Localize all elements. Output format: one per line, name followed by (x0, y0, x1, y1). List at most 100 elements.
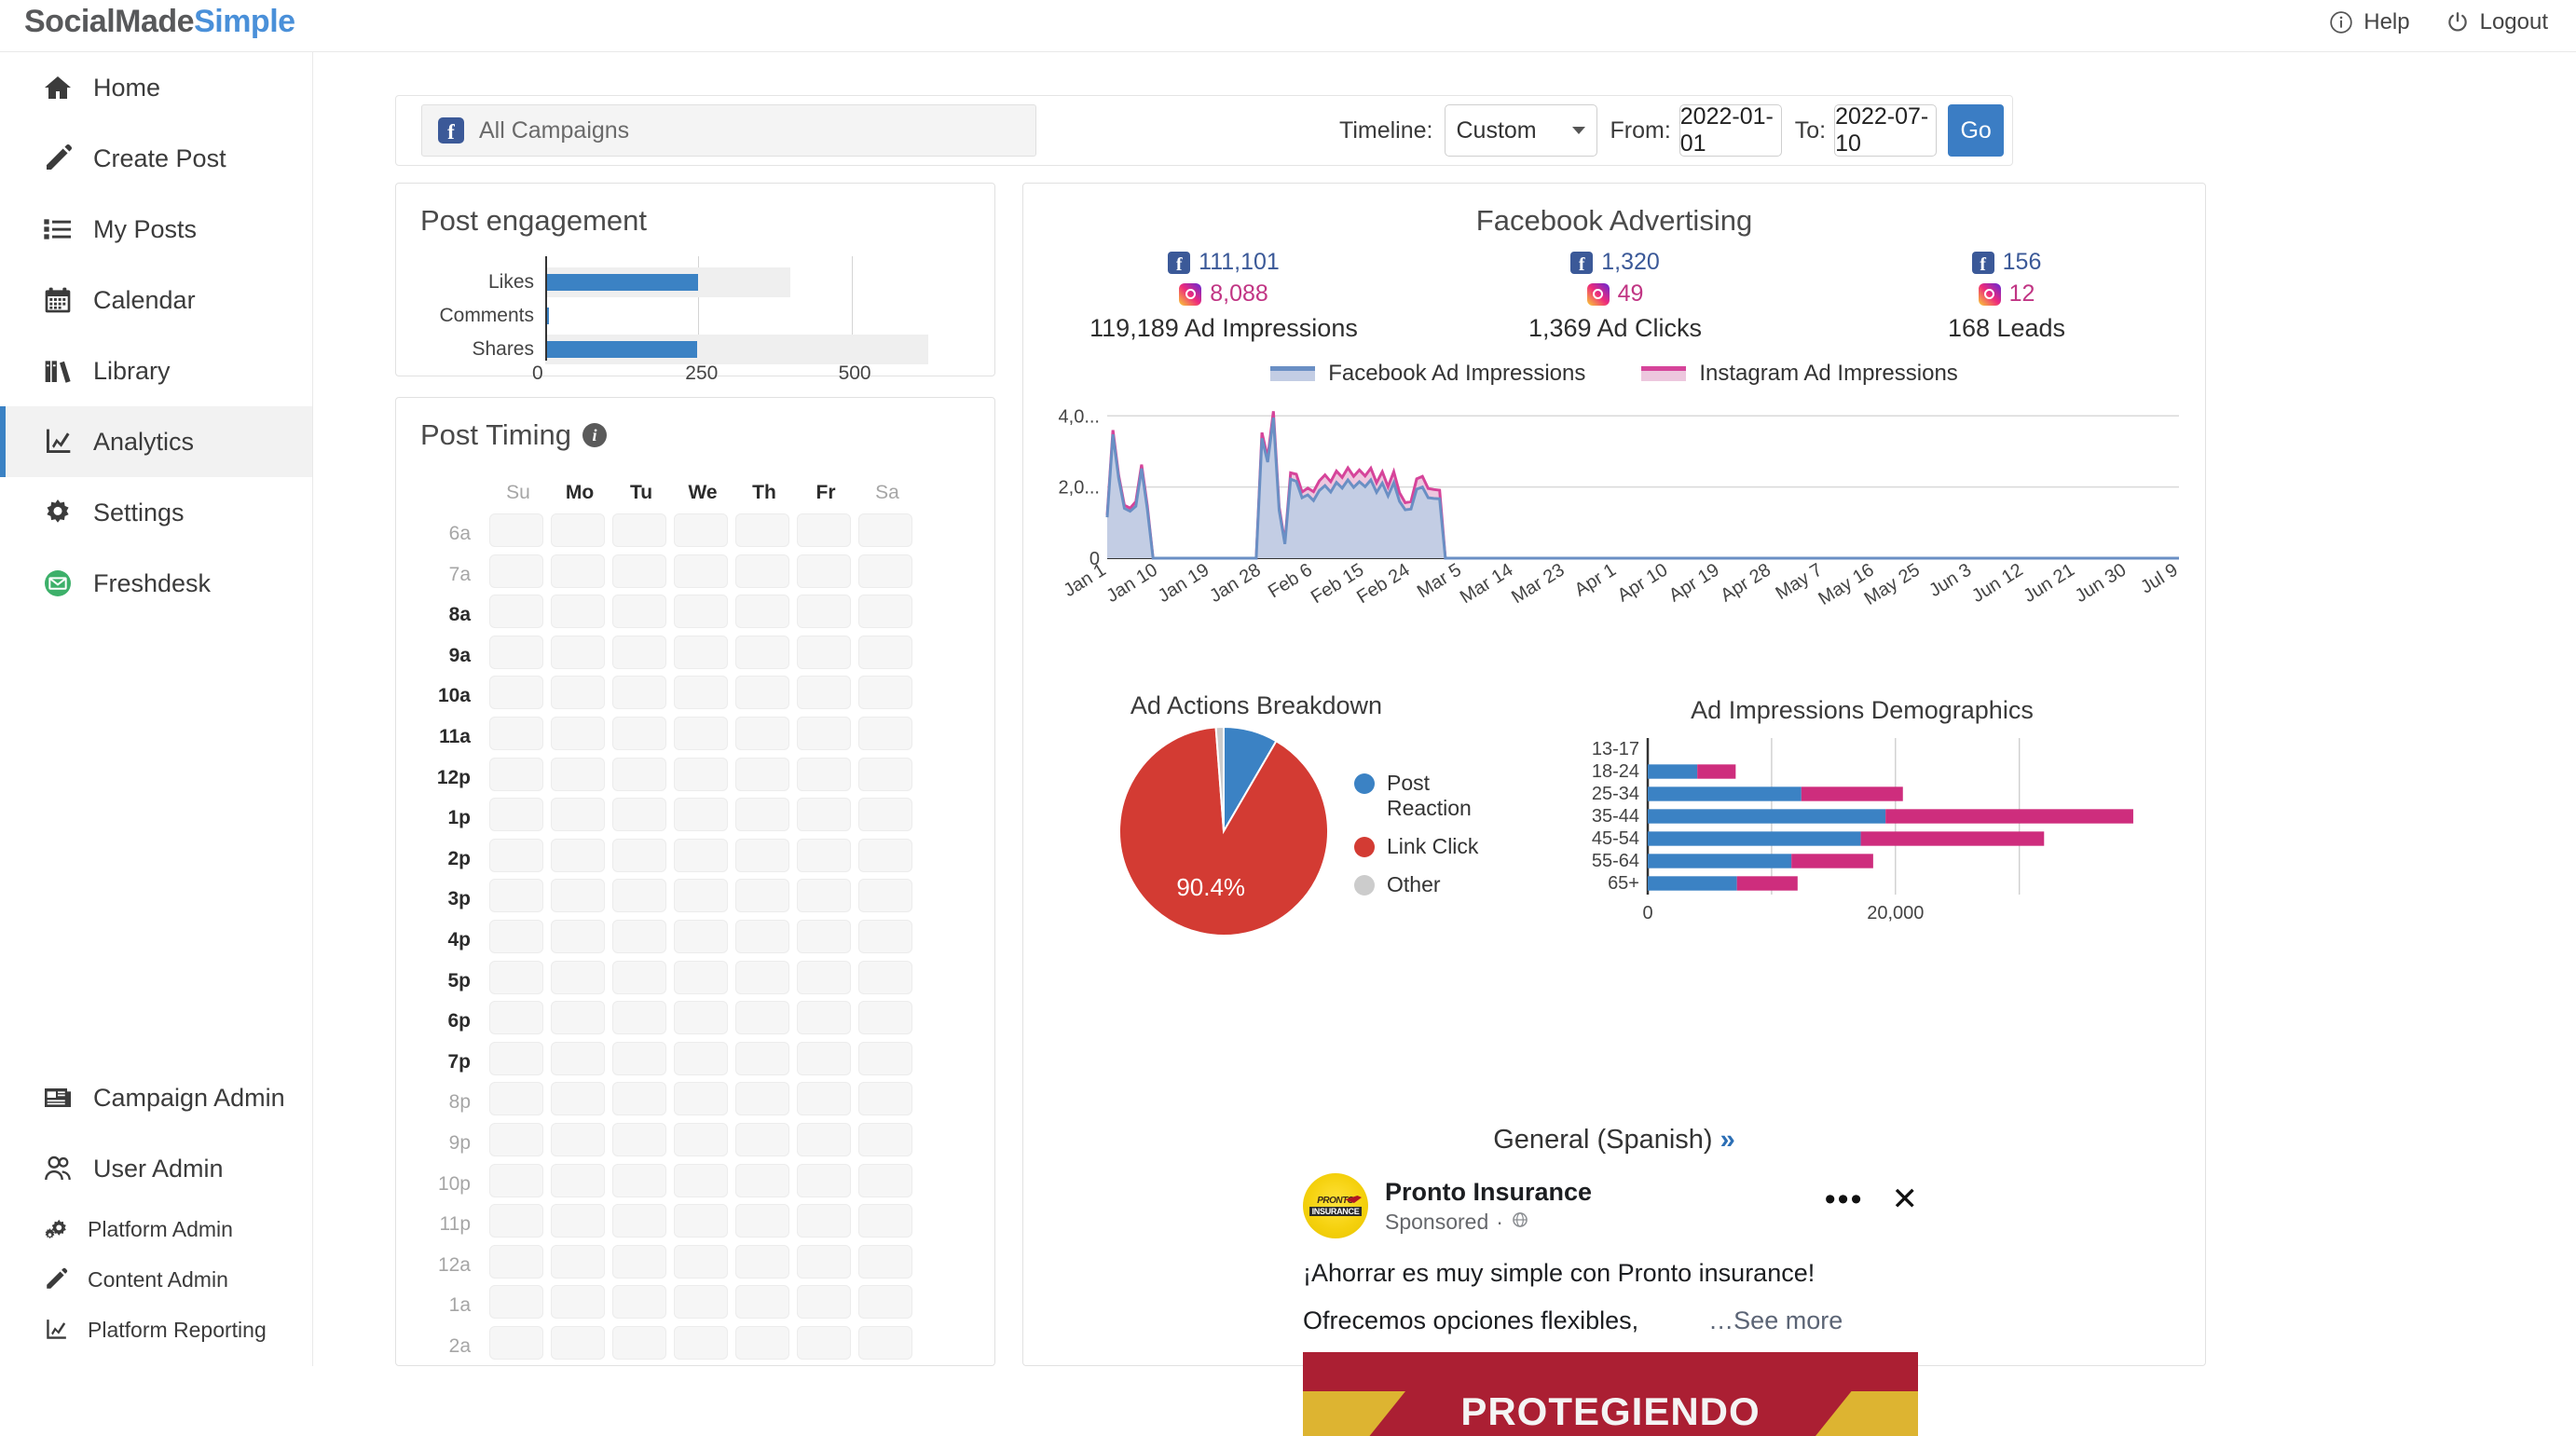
timing-cell[interactable] (797, 879, 851, 913)
timing-cell[interactable] (489, 879, 543, 913)
timing-cell[interactable] (674, 1326, 728, 1360)
sidebar-item-freshdesk[interactable]: Freshdesk (0, 548, 312, 619)
timing-cell[interactable] (735, 513, 789, 547)
timing-cell[interactable] (797, 1326, 851, 1360)
timing-cell[interactable] (674, 1041, 728, 1075)
timing-cell[interactable] (551, 1041, 605, 1075)
timing-cell[interactable] (735, 1001, 789, 1035)
timing-cell[interactable] (674, 1123, 728, 1156)
timing-cell[interactable] (489, 554, 543, 588)
timing-cell[interactable] (612, 879, 666, 913)
pie-legend-item[interactable]: Other (1354, 872, 1489, 897)
timing-cell[interactable] (858, 1041, 912, 1075)
timing-cell[interactable] (735, 1326, 789, 1360)
timing-cell[interactable] (858, 513, 912, 547)
timing-cell[interactable] (858, 676, 912, 710)
sidebar-item-library[interactable]: Library (0, 335, 312, 406)
timing-cell[interactable] (489, 1082, 543, 1116)
timing-cell[interactable] (797, 1244, 851, 1279)
timing-cell[interactable] (858, 879, 912, 913)
timing-cell[interactable] (489, 635, 543, 669)
timing-cell[interactable] (735, 1204, 789, 1238)
timing-cell[interactable] (612, 595, 666, 629)
timing-cell[interactable] (674, 717, 728, 750)
timing-cell[interactable] (612, 960, 666, 994)
timing-cell[interactable] (858, 838, 912, 872)
timing-cell[interactable] (735, 838, 789, 872)
timing-cell[interactable] (612, 920, 666, 953)
next-ad-chevron-icon[interactable]: » (1720, 1125, 1735, 1155)
timing-cell[interactable] (551, 838, 605, 872)
campaign-selector[interactable]: f All Campaigns (421, 104, 1036, 157)
timing-cell[interactable] (551, 554, 605, 588)
timing-cell[interactable] (612, 1041, 666, 1075)
timing-cell[interactable] (551, 676, 605, 710)
timing-cell[interactable] (612, 1001, 666, 1035)
legend-item[interactable]: Facebook Ad Impressions (1270, 361, 1585, 387)
timing-cell[interactable] (674, 1285, 728, 1320)
timing-cell[interactable] (858, 798, 912, 832)
timing-cell[interactable] (612, 798, 666, 832)
timing-cell[interactable] (797, 1001, 851, 1035)
timing-cell[interactable] (797, 798, 851, 832)
timing-cell[interactable] (551, 960, 605, 994)
timing-cell[interactable] (735, 920, 789, 953)
timing-cell[interactable] (551, 1204, 605, 1238)
timing-cell[interactable] (674, 635, 728, 669)
timing-cell[interactable] (551, 879, 605, 913)
timing-cell[interactable] (797, 635, 851, 669)
timing-cell[interactable] (674, 676, 728, 710)
timing-cell[interactable] (674, 1244, 728, 1279)
to-date-input[interactable]: 2022-07-10 (1834, 103, 1938, 157)
timing-cell[interactable] (551, 595, 605, 629)
timing-cell[interactable] (735, 595, 789, 629)
timing-cell[interactable] (551, 717, 605, 750)
timing-cell[interactable] (797, 513, 851, 547)
go-button[interactable]: Go (1948, 104, 2005, 157)
timing-cell[interactable] (858, 1204, 912, 1238)
timing-cell[interactable] (551, 920, 605, 953)
pie-legend-item[interactable]: Post Reaction (1354, 771, 1489, 821)
timing-cell[interactable] (674, 838, 728, 872)
timing-cell[interactable] (612, 513, 666, 547)
timing-cell[interactable] (735, 1123, 789, 1156)
timing-cell[interactable] (674, 1082, 728, 1116)
close-icon[interactable]: ✕ (1892, 1181, 1919, 1218)
timing-cell[interactable] (489, 1041, 543, 1075)
timing-cell[interactable] (797, 960, 851, 994)
timing-cell[interactable] (797, 920, 851, 953)
timing-cell[interactable] (797, 1163, 851, 1197)
timing-cell[interactable] (858, 1163, 912, 1197)
timing-cell[interactable] (489, 757, 543, 791)
legend-item[interactable]: Instagram Ad Impressions (1641, 361, 1958, 387)
timing-cell[interactable] (612, 1082, 666, 1116)
timing-cell[interactable] (612, 676, 666, 710)
timing-cell[interactable] (674, 757, 728, 791)
sidebar-item-platform-admin[interactable]: Platform Admin (0, 1204, 312, 1254)
from-date-input[interactable]: 2022-01-01 (1679, 103, 1782, 157)
timing-cell[interactable] (489, 1204, 543, 1238)
timing-cell[interactable] (674, 1163, 728, 1197)
app-logo[interactable]: SocialMadeSimple (24, 4, 295, 40)
help-button[interactable]: Help (2329, 9, 2410, 35)
timing-cell[interactable] (674, 920, 728, 953)
timing-cell[interactable] (489, 838, 543, 872)
timing-cell[interactable] (612, 838, 666, 872)
timing-cell[interactable] (489, 1326, 543, 1360)
timing-cell[interactable] (612, 1204, 666, 1238)
timing-cell[interactable] (735, 1082, 789, 1116)
ellipsis-icon[interactable]: ••• (1825, 1183, 1864, 1215)
timing-cell[interactable] (551, 635, 605, 669)
sidebar-item-calendar[interactable]: Calendar (0, 265, 312, 335)
timing-cell[interactable] (551, 757, 605, 791)
timing-cell[interactable] (735, 1163, 789, 1197)
timing-cell[interactable] (735, 635, 789, 669)
timing-cell[interactable] (551, 1163, 605, 1197)
timing-cell[interactable] (489, 595, 543, 629)
timing-cell[interactable] (735, 717, 789, 750)
timing-cell[interactable] (674, 960, 728, 994)
timing-cell[interactable] (797, 1204, 851, 1238)
timing-cell[interactable] (489, 513, 543, 547)
timing-cell[interactable] (735, 1244, 789, 1279)
timing-cell[interactable] (551, 1123, 605, 1156)
